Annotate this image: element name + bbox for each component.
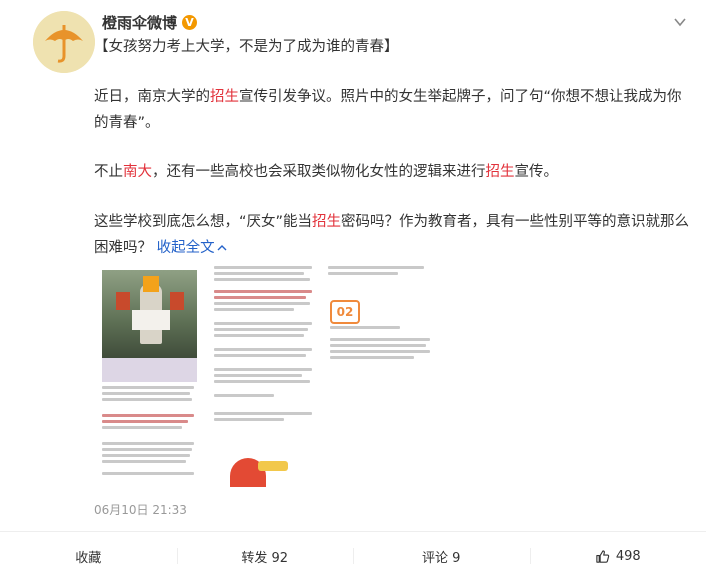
avatar[interactable] xyxy=(33,11,95,73)
author-name[interactable]: 橙雨伞微博 xyxy=(102,12,177,33)
decor xyxy=(214,272,304,275)
verified-badge: V xyxy=(182,14,198,30)
decor xyxy=(330,356,414,359)
decor xyxy=(214,374,302,377)
post-image-2[interactable] xyxy=(210,262,320,487)
chevron-up-icon xyxy=(217,245,227,251)
post-title: 【女孩努力考上大学，不是为了成为谁的青春】 xyxy=(94,39,399,55)
decor xyxy=(102,386,194,389)
decor xyxy=(214,266,312,269)
text-segment: 不止 xyxy=(94,164,123,180)
decor xyxy=(330,338,430,341)
keyword-link[interactable]: 招生 xyxy=(210,89,239,105)
section-number-badge: 02 xyxy=(330,300,360,324)
chevron-down-icon[interactable] xyxy=(672,14,688,30)
decor xyxy=(214,322,312,325)
decor xyxy=(102,358,197,382)
decor xyxy=(102,414,194,417)
decor xyxy=(330,350,430,353)
repost-label: 转发 92 xyxy=(241,550,289,566)
keyword-link[interactable]: 招生 xyxy=(312,214,341,230)
decor xyxy=(214,334,304,337)
collapse-label: 收起全文 xyxy=(156,240,215,256)
decor xyxy=(328,272,398,275)
comment-label: 评论 9 xyxy=(422,550,461,566)
post-paragraph-3: 这些学校到底怎么想，“厌女”能当招生密码吗？作为教育者，具有一些性别平等的意识就… xyxy=(94,209,694,261)
action-bar: 收藏 转发 92 评论 9 498 xyxy=(0,532,706,580)
decor xyxy=(258,461,288,471)
decor xyxy=(330,326,400,329)
decor xyxy=(214,290,312,293)
weibo-post-card: 橙雨伞微博 V 【女孩努力考上大学，不是为了成为谁的青春】 近日，南京大学的招生… xyxy=(0,0,706,580)
decor xyxy=(102,420,188,423)
post-image-strip[interactable]: 02 xyxy=(94,262,444,487)
decor xyxy=(214,308,294,311)
decor xyxy=(330,344,426,347)
decor xyxy=(102,398,192,401)
decor xyxy=(214,418,284,421)
decor xyxy=(214,394,274,397)
keyword-link[interactable]: 招生 xyxy=(486,164,515,180)
decor xyxy=(102,392,190,395)
text-segment: 近日，南京大学的 xyxy=(94,89,210,105)
decor xyxy=(143,276,159,292)
like-thumb-icon xyxy=(596,549,610,563)
decor xyxy=(102,426,182,429)
photo-thumbnail xyxy=(102,270,197,358)
decor xyxy=(214,302,310,305)
decor xyxy=(102,448,192,451)
collect-label: 收藏 xyxy=(75,550,102,566)
like-button[interactable]: 498 xyxy=(529,532,706,580)
post-paragraph-2: 不止南大，还有一些高校也会采取类似物化女性的逻辑来进行招生宣传。 xyxy=(94,159,694,185)
post-image-1[interactable] xyxy=(94,262,206,487)
author-row: 橙雨伞微博 V xyxy=(102,11,198,33)
decor xyxy=(102,460,186,463)
text-segment: 这些学校到底怎么想，“厌女”能当 xyxy=(94,214,313,230)
decor xyxy=(328,266,424,269)
repost-button[interactable]: 转发 92 xyxy=(176,532,354,580)
umbrella-avatar-icon xyxy=(33,11,95,73)
decor xyxy=(102,442,194,445)
decor xyxy=(116,292,130,310)
decor xyxy=(214,412,312,415)
decor xyxy=(132,310,170,330)
collect-button[interactable]: 收藏 xyxy=(0,532,177,580)
comment-button[interactable]: 评论 9 xyxy=(353,532,530,580)
collapse-link[interactable]: 收起全文 xyxy=(157,240,227,256)
decor xyxy=(214,354,306,357)
decor xyxy=(214,348,312,351)
decor xyxy=(102,454,190,457)
decor xyxy=(214,278,310,281)
decor xyxy=(214,328,308,331)
decor xyxy=(102,472,194,475)
post-image-3[interactable]: 02 xyxy=(322,262,440,487)
decor xyxy=(214,380,310,383)
decor xyxy=(170,292,184,310)
post-paragraph-1: 近日，南京大学的招生宣传引发争议。照片中的女生举起牌子，问了句“你想不想让我成为… xyxy=(94,84,694,136)
text-segment: ，还有一些高校也会采取类似物化女性的逻辑来进行 xyxy=(152,164,486,180)
text-segment: 宣传。 xyxy=(514,164,559,180)
decor xyxy=(214,368,312,371)
post-timestamp[interactable]: 06月10日 21:33 xyxy=(94,501,187,518)
decor xyxy=(214,296,306,299)
like-count: 498 xyxy=(615,548,641,564)
keyword-link[interactable]: 南大 xyxy=(123,164,152,180)
